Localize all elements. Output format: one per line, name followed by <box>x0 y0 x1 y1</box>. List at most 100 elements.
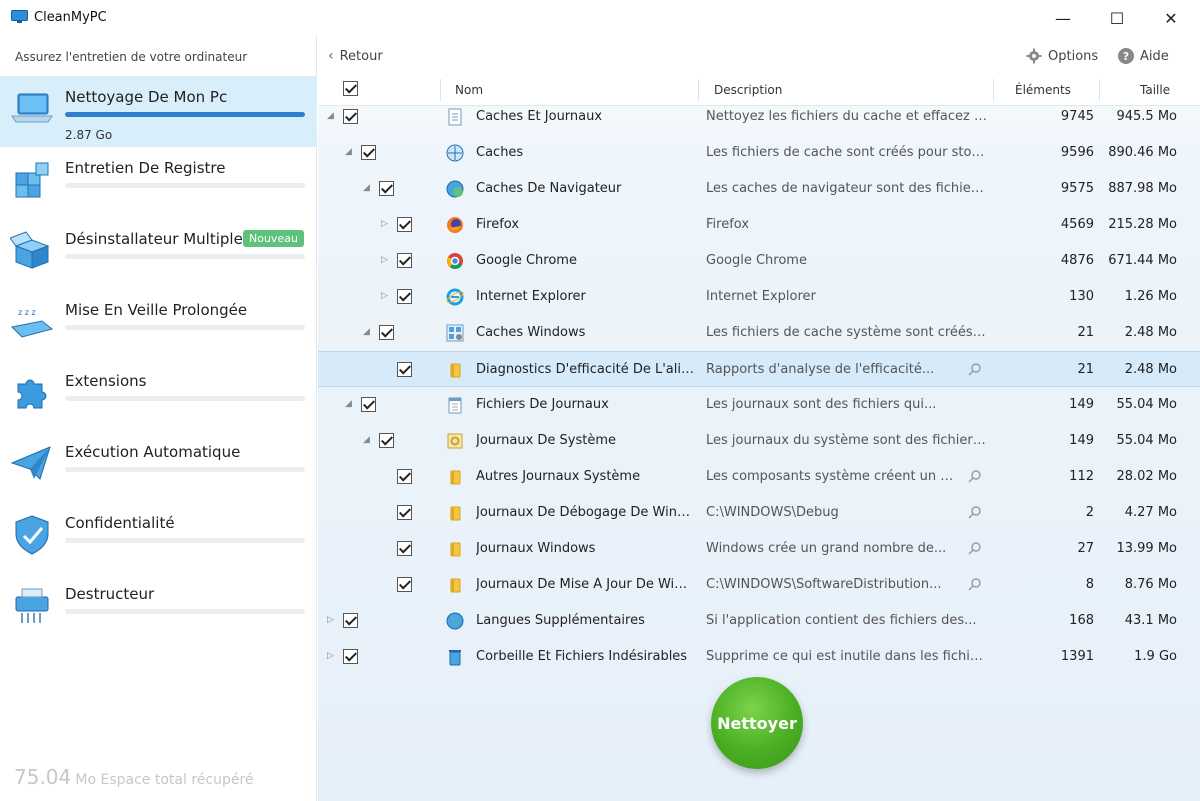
expand-arrow-icon[interactable]: ▷ <box>327 615 337 625</box>
row-checkbox[interactable] <box>397 577 412 592</box>
sidebar-item-extensions[interactable]: Extensions <box>0 360 317 431</box>
column-header-size[interactable]: Taille <box>1140 83 1170 97</box>
sidebar-item-desinstallateur[interactable]: Désinstallateur Multiple Nouveau <box>0 218 317 289</box>
row-checkbox[interactable] <box>343 649 358 664</box>
magnifier-icon[interactable] <box>968 505 982 519</box>
gear-icon <box>1026 48 1042 64</box>
minimize-button[interactable]: — <box>1040 0 1086 36</box>
maximize-button[interactable]: ☐ <box>1094 0 1140 36</box>
sidebar-progress <box>65 396 305 401</box>
row-size: 215.28 Mo <box>1108 217 1177 232</box>
table-row[interactable]: Journaux De Débogage De Windo... C:\WINDO… <box>318 495 1200 531</box>
table-row[interactable]: ◢ Caches Et Journaux Nettoyez les fichiers… <box>318 99 1200 135</box>
sidebar-item-label: Nettoyage De Mon Pc <box>65 88 228 106</box>
select-all-checkbox[interactable] <box>343 81 358 96</box>
sidebar-item-size: 2.87 Go <box>65 128 113 142</box>
options-button[interactable]: Options <box>1026 48 1098 64</box>
row-size: 43.1 Mo <box>1124 613 1177 628</box>
table-row[interactable]: ◢ Journaux De Système Les journaux du syst… <box>318 423 1200 459</box>
collapse-arrow-icon[interactable]: ◢ <box>363 435 373 445</box>
row-size: 55.04 Mo <box>1116 397 1177 412</box>
sidebar-item-confidentialite[interactable]: Confidentialité <box>0 502 317 573</box>
collapse-arrow-icon[interactable]: ◢ <box>363 183 373 193</box>
table-row[interactable]: ◢ Caches Les fichiers de cache sont créés … <box>318 135 1200 171</box>
sidebar-item-label: Exécution Automatique <box>65 443 241 461</box>
table-row[interactable]: Journaux De Mise À Jour De Wind... C:\WIN… <box>318 567 1200 603</box>
row-checkbox[interactable] <box>379 433 394 448</box>
column-header-description[interactable]: Description <box>714 83 782 97</box>
row-size: 2.48 Mo <box>1124 362 1177 377</box>
row-size: 55.04 Mo <box>1116 433 1177 448</box>
magnifier-icon[interactable] <box>968 469 982 483</box>
row-checkbox[interactable] <box>343 613 358 628</box>
row-elements: 8 <box>1085 577 1094 592</box>
column-header-name[interactable]: Nom <box>455 83 483 97</box>
collapse-arrow-icon[interactable]: ◢ <box>345 147 355 157</box>
row-description: Si l'application contient des fichiers d… <box>706 613 977 628</box>
row-name: Corbeille Et Fichiers Indésirables <box>476 649 688 664</box>
expand-arrow-icon[interactable]: ▷ <box>381 255 391 265</box>
row-checkbox[interactable] <box>361 397 376 412</box>
row-description: Supprime ce qui est inutile dans les fic… <box>706 649 988 664</box>
row-elements: 112 <box>1069 469 1094 484</box>
row-checkbox[interactable] <box>397 253 412 268</box>
magnifier-icon[interactable] <box>968 541 982 555</box>
row-checkbox[interactable] <box>361 145 376 160</box>
row-name: Caches De Navigateur <box>476 181 622 196</box>
table-row[interactable]: ▷ Google Chrome Google Chrome 4876 671.44 Mo <box>318 243 1200 279</box>
row-checkbox[interactable] <box>397 541 412 556</box>
expand-arrow-icon[interactable]: ▷ <box>327 651 337 661</box>
magnifier-icon[interactable] <box>968 362 982 376</box>
table-row[interactable]: ◢ Caches De Navigateur Les caches de navig… <box>318 171 1200 207</box>
table-row[interactable]: ▷ Langues Supplémentaires Si l'application… <box>318 603 1200 639</box>
new-badge: Nouveau <box>243 230 304 247</box>
row-checkbox[interactable] <box>379 325 394 340</box>
sidebar-item-veille[interactable]: z z z Mise En Veille Prolongée <box>0 289 317 360</box>
table-row[interactable]: ◢ Caches Windows Les fichiers de cache sys… <box>318 315 1200 351</box>
sidebar-item-nettoyage[interactable]: Nettoyage De Mon Pc 2.87 Go <box>0 76 317 147</box>
app-title: CleanMyPC <box>34 10 107 25</box>
sidebar-item-destructeur[interactable]: Destructeur <box>0 573 317 644</box>
expand-arrow-icon[interactable]: ▷ <box>381 291 391 301</box>
row-checkbox[interactable] <box>397 505 412 520</box>
column-header-elements[interactable]: Éléments <box>1015 83 1071 97</box>
table-row[interactable]: Autres Journaux Système Les composants sy… <box>318 459 1200 495</box>
collapse-arrow-icon[interactable]: ◢ <box>327 111 337 121</box>
row-elements: 4876 <box>1060 253 1094 268</box>
row-elements: 4569 <box>1060 217 1094 232</box>
table-row[interactable]: Journaux Windows Windows crée un grand no… <box>318 531 1200 567</box>
system-log-icon <box>447 433 463 449</box>
close-button[interactable]: ✕ <box>1148 0 1194 36</box>
help-button[interactable]: ? Aide <box>1118 48 1169 64</box>
table-row[interactable]: ▷ Firefox Firefox 4569 215.28 Mo <box>318 207 1200 243</box>
back-label: Retour <box>339 48 383 64</box>
puzzle-icon <box>17 379 47 409</box>
table-row[interactable]: ▷ Internet Explorer Internet Explorer 130 1.… <box>318 279 1200 315</box>
row-elements: 2 <box>1085 505 1094 520</box>
collapse-arrow-icon[interactable]: ◢ <box>363 327 373 337</box>
row-name: Autres Journaux Système <box>476 469 641 484</box>
row-checkbox[interactable] <box>397 217 412 232</box>
row-checkbox[interactable] <box>397 362 412 377</box>
sidebar-item-execution[interactable]: Exécution Automatique <box>0 431 317 502</box>
svg-text:z z z: z z z <box>18 308 36 317</box>
row-name: Caches Windows <box>476 325 586 340</box>
row-checkbox[interactable] <box>397 469 412 484</box>
table-row[interactable]: ▷ Corbeille Et Fichiers Indésirables Suppr… <box>318 639 1200 675</box>
sidebar-item-registre[interactable]: Entretien De Registre <box>0 147 317 218</box>
row-checkbox[interactable] <box>397 289 412 304</box>
help-icon: ? <box>1118 48 1134 64</box>
collapse-arrow-icon[interactable]: ◢ <box>345 399 355 409</box>
clean-button[interactable]: Nettoyer <box>711 677 803 769</box>
row-elements: 9745 <box>1060 109 1094 124</box>
row-checkbox[interactable] <box>343 109 358 124</box>
expand-arrow-icon[interactable]: ▷ <box>381 219 391 229</box>
back-button[interactable]: ‹ Retour <box>328 48 383 64</box>
table-row[interactable]: Diagnostics D'efficacité De L'alime... Ra… <box>318 351 1200 387</box>
row-checkbox[interactable] <box>379 181 394 196</box>
sidebar-progress <box>65 325 305 330</box>
magnifier-icon[interactable] <box>968 577 982 591</box>
row-elements: 27 <box>1077 541 1094 556</box>
trash-icon <box>449 650 461 666</box>
table-row[interactable]: ◢ Fichiers De Journaux Les journaux sont d… <box>318 387 1200 423</box>
